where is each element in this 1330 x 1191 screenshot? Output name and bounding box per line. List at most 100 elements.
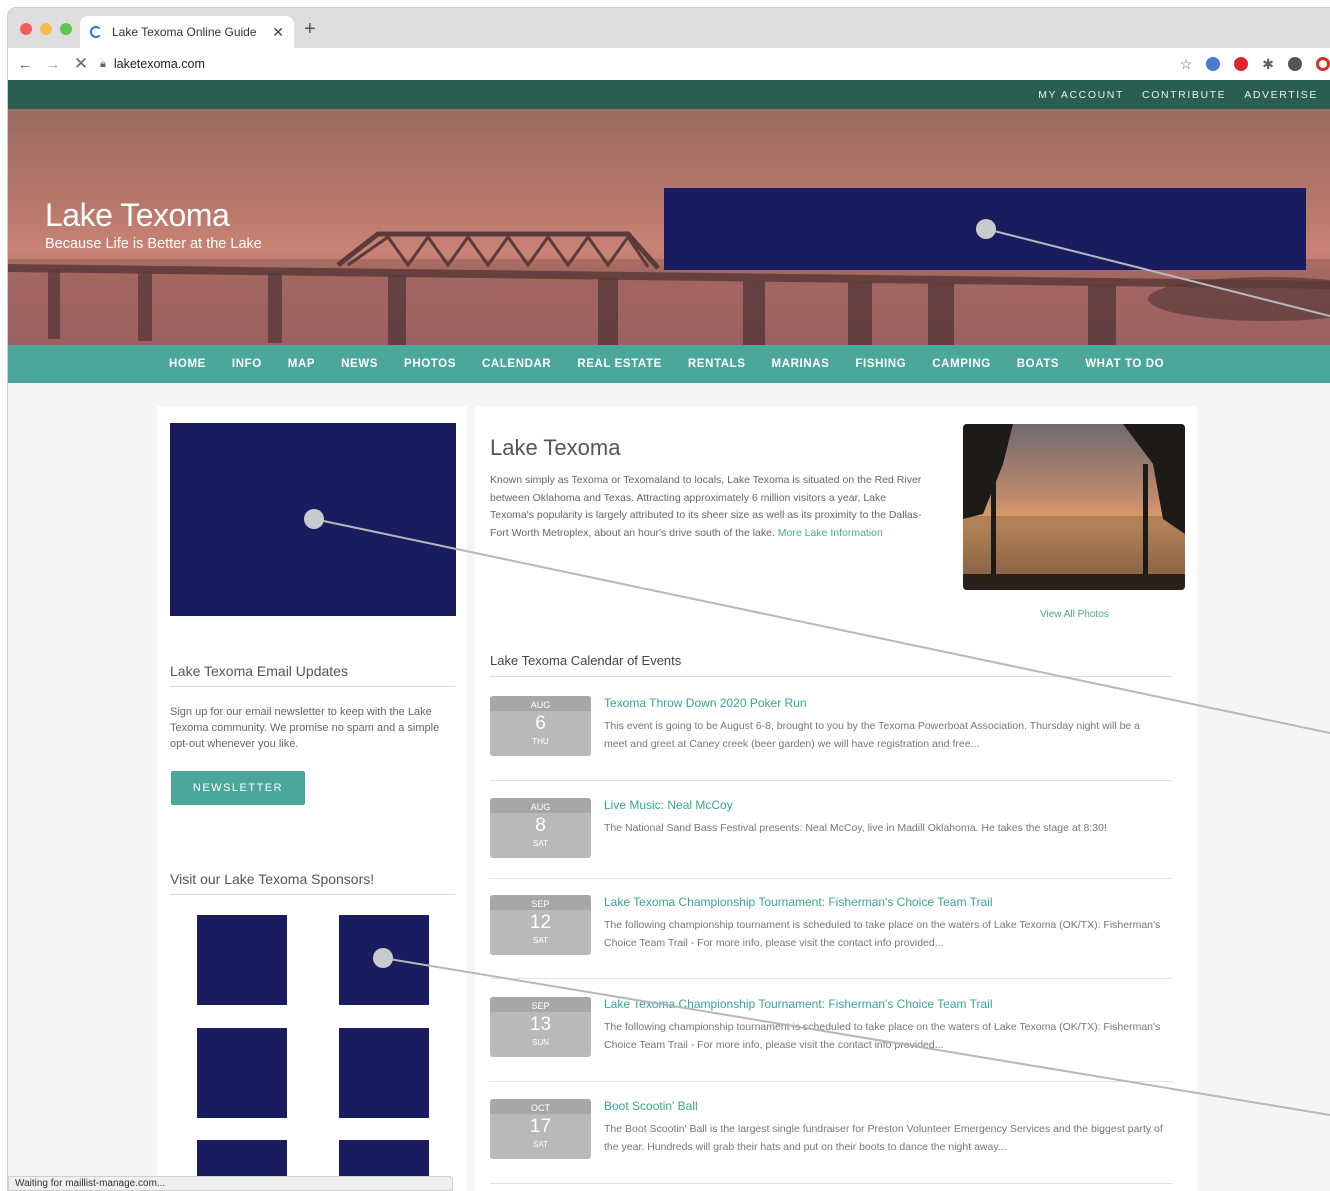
email-updates-heading: Lake Texoma Email Updates [170, 663, 348, 679]
nav-news[interactable]: NEWS [341, 358, 378, 370]
nav-what-to-do[interactable]: WHAT TO DO [1085, 358, 1164, 370]
stop-loading-icon[interactable]: ✕ [70, 54, 92, 74]
event-date-badge: AUG 6 THU [490, 696, 591, 756]
event-description: The following championship tournament is… [604, 1021, 1161, 1051]
lock-icon: 🔒︎ [100, 57, 106, 70]
event-day: 8 [535, 815, 546, 836]
event-month: SEP [490, 895, 591, 910]
newsletter-button[interactable]: NEWSLETTER [171, 771, 305, 805]
screenshot-root: Lake Texoma Online Guide ✕ + ← → ✕ 🔒︎ la… [0, 0, 1330, 1191]
view-all-photos-link[interactable]: View All Photos [1040, 609, 1109, 620]
more-lake-info-link[interactable]: More Lake Information [778, 527, 883, 539]
maximize-window-button[interactable] [60, 23, 72, 35]
redacted-sponsor-logo[interactable] [197, 915, 287, 1005]
nav-info[interactable]: INFO [232, 358, 262, 370]
page-title: Lake Texoma [490, 435, 621, 460]
calendar-heading: Lake Texoma Calendar of Events [490, 653, 682, 668]
event-title-link[interactable]: Live Music: Neal McCoy [604, 798, 733, 812]
event-item[interactable]: OCT 17 SAT Boot Scootin' Ball The Boot S… [490, 1099, 1173, 1191]
redacted-sponsor-logo[interactable] [197, 1028, 287, 1118]
minimize-window-button[interactable] [40, 23, 52, 35]
event-item[interactable]: AUG 8 SAT Live Music: Neal McCoy The Nat… [490, 798, 1173, 900]
event-month: AUG [490, 798, 591, 813]
email-updates-text: Sign up for our email newsletter to keep… [170, 706, 440, 750]
nav-boats[interactable]: BOATS [1017, 358, 1059, 370]
nav-marinas[interactable]: MARINAS [772, 358, 830, 370]
extension-icon[interactable] [1206, 57, 1221, 71]
event-date-badge: AUG 8 SAT [490, 798, 591, 858]
extension-icons: ☆ ✱ [1180, 48, 1330, 80]
redacted-banner-ad [664, 188, 1306, 270]
event-month: SEP [490, 997, 591, 1012]
event-day: 12 [529, 912, 552, 933]
window-controls [20, 23, 72, 35]
new-tab-icon[interactable]: + [304, 18, 316, 41]
avatar[interactable] [1288, 57, 1302, 71]
contribute-link[interactable]: CONTRIBUTE [1142, 89, 1226, 101]
event-weekday: SAT [533, 936, 548, 945]
tab-strip: Lake Texoma Online Guide ✕ + [8, 8, 1330, 48]
event-month: AUG [490, 696, 591, 711]
sponsors-heading: Visit our Lake Texoma Sponsors! [170, 871, 375, 887]
event-date-badge: SEP 13 SUN [490, 997, 591, 1057]
event-weekday: THU [532, 737, 549, 746]
top-utility-bar: MY ACCOUNT CONTRIBUTE ADVERTISE [8, 80, 1330, 109]
divider [490, 978, 1173, 979]
browser-window: Lake Texoma Online Guide ✕ + ← → ✕ 🔒︎ la… [8, 8, 1330, 1191]
extension-red-icon[interactable] [1316, 57, 1330, 71]
divider [490, 780, 1173, 781]
event-title-link[interactable]: Texoma Throw Down 2020 Poker Run [604, 696, 807, 710]
lake-sunset-photo[interactable] [963, 424, 1185, 590]
sidebar: Lake Texoma Email Updates Sign up for ou… [157, 406, 467, 1191]
event-item[interactable]: AUG 6 THU Texoma Throw Down 2020 Poker R… [490, 696, 1173, 798]
intro-text: Known simply as Texoma or Texomaland to … [490, 472, 930, 542]
event-title-link[interactable]: Lake Texoma Championship Tournament: Fis… [604, 895, 992, 909]
nav-camping[interactable]: CAMPING [932, 358, 991, 370]
nav-real-estate[interactable]: REAL ESTATE [577, 358, 662, 370]
nav-home[interactable]: HOME [169, 358, 206, 370]
event-description: The Boot Scootin' Ball is the largest si… [604, 1123, 1163, 1153]
nav-photos[interactable]: PHOTOS [404, 358, 456, 370]
close-tab-icon[interactable]: ✕ [272, 24, 284, 41]
nav-map[interactable]: MAP [288, 358, 315, 370]
status-bar: Waiting for maillist-manage.com... [8, 1176, 453, 1191]
event-day: 13 [529, 1014, 552, 1035]
nav-fishing[interactable]: FISHING [855, 358, 906, 370]
redacted-sponsor-logo[interactable] [339, 1028, 429, 1118]
close-window-button[interactable] [20, 23, 32, 35]
loading-icon [90, 26, 102, 38]
nav-rentals[interactable]: RENTALS [688, 358, 746, 370]
event-item[interactable]: SEP 12 SAT Lake Texoma Championship Tour… [490, 895, 1173, 997]
site-brand[interactable]: Lake Texoma Because Life is Better at th… [45, 197, 262, 252]
bookmark-star-icon[interactable]: ☆ [1180, 56, 1193, 73]
site-tagline: Because Life is Better at the Lake [45, 236, 262, 252]
event-title-link[interactable]: Lake Texoma Championship Tournament: Fis… [604, 997, 992, 1011]
divider [490, 1183, 1173, 1184]
event-date-badge: OCT 17 SAT [490, 1099, 591, 1159]
divider [170, 686, 455, 687]
redacted-sidebar-ad [170, 423, 456, 616]
divider [490, 878, 1173, 879]
tab-title: Lake Texoma Online Guide [112, 25, 257, 39]
back-icon[interactable]: ← [14, 56, 36, 73]
event-description: This event is going to be August 6-8, br… [604, 720, 1141, 750]
event-weekday: SUN [532, 1038, 549, 1047]
event-title-link[interactable]: Boot Scootin' Ball [604, 1099, 698, 1113]
event-description: The National Sand Bass Festival presents… [604, 822, 1107, 834]
puzzle-icon[interactable]: ✱ [1262, 56, 1274, 73]
event-item[interactable]: SEP 13 SUN Lake Texoma Championship Tour… [490, 997, 1173, 1099]
event-day: 6 [535, 713, 546, 734]
main-navigation: HOME INFO MAP NEWS PHOTOS CALENDAR REAL … [8, 345, 1330, 383]
browser-toolbar: ← → ✕ 🔒︎ laketexoma.com ☆ ✱ [8, 48, 1330, 80]
redacted-sponsor-logo[interactable] [339, 915, 429, 1005]
event-day: 17 [529, 1116, 552, 1137]
site-title: Lake Texoma [45, 197, 230, 233]
my-account-link[interactable]: MY ACCOUNT [1038, 89, 1124, 101]
advertise-link[interactable]: ADVERTISE [1244, 89, 1318, 101]
forward-icon[interactable]: → [42, 56, 64, 73]
divider [490, 1081, 1173, 1082]
address-bar[interactable]: 🔒︎ laketexoma.com [100, 51, 205, 77]
nav-calendar[interactable]: CALENDAR [482, 358, 551, 370]
browser-tab[interactable]: Lake Texoma Online Guide ✕ [80, 16, 294, 48]
pinterest-icon[interactable] [1234, 57, 1249, 71]
